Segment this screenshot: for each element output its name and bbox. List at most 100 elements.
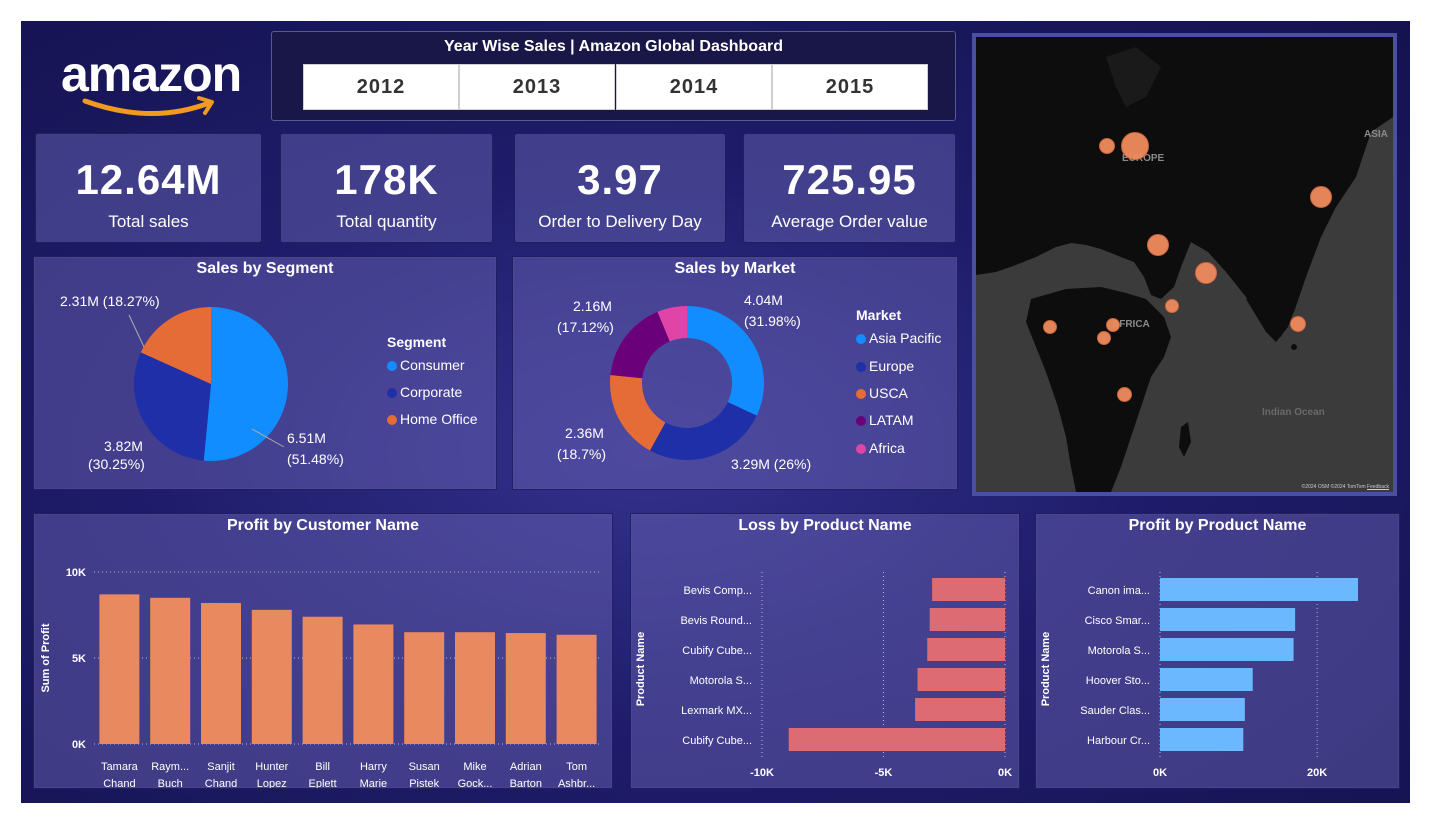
legend-item-africa[interactable]: Africa (856, 440, 905, 456)
legend-dot (856, 334, 866, 344)
year-button-2012[interactable]: 2012 (303, 64, 459, 110)
profit-by-product-panel: Profit by Product Name 0K 20K Canon ima...… (1035, 513, 1400, 789)
kpi-label: Order to Delivery Day (538, 212, 702, 231)
map-bubble[interactable] (1147, 234, 1169, 256)
legend-dot (856, 389, 866, 399)
legend-dot (856, 362, 866, 372)
y-tick-label: Cisco Smar... (1085, 615, 1150, 627)
pie-label-corporate-value: 3.82M (104, 438, 143, 454)
bar-5 (353, 624, 394, 744)
bar-4 (1160, 698, 1245, 721)
pie-label-home-office: 2.31M (18.27%) (60, 293, 160, 309)
legend-item-consumer[interactable]: Consumer (387, 357, 465, 373)
loss-by-product-panel: Loss by Product Name -10K -5K 0K Bevis Comp… (630, 513, 1020, 789)
pie-label-consumer-pct: (51.48%) (287, 451, 344, 467)
year-button-2015[interactable]: 2015 (772, 64, 928, 110)
map-feedback-link[interactable]: Feedback (1367, 484, 1389, 490)
x-tick-label: Pistek (409, 778, 439, 788)
bar-3 (917, 668, 1005, 691)
donut-slice-europe (649, 402, 757, 460)
map-bubble[interactable] (1097, 331, 1111, 345)
map-bubble[interactable] (1043, 320, 1057, 334)
legend-item-asia-pacific[interactable]: Asia Pacific (856, 330, 941, 346)
dashboard: amazon Year Wise Sales | Amazon Global D… (21, 21, 1410, 803)
kpi-value: 12.64M (75, 156, 222, 203)
x-tick-label: Adrian (510, 761, 542, 773)
x-tick-label: Marie (360, 778, 388, 788)
y-tick-label: Bevis Comp... (684, 585, 752, 597)
x-axis-title: Sum of Profit (1235, 787, 1304, 788)
legend-item-home-office[interactable]: Home Office (387, 411, 478, 427)
bar-9 (556, 634, 597, 744)
x-tick-label: Susan (409, 761, 440, 773)
y-tick-label: Canon ima... (1088, 585, 1150, 597)
legend-dot (387, 415, 397, 425)
y-tick-label: Lexmark MX... (681, 705, 752, 717)
bar-0 (99, 594, 140, 744)
x-tick-label: Buch (158, 778, 183, 788)
segment-legend-title: Segment (387, 334, 447, 350)
x-tick-label: Ashbr... (558, 778, 595, 788)
bar-2 (1160, 638, 1294, 661)
year-slicer: Year Wise Sales | Amazon Global Dashboar… (271, 31, 956, 121)
legend-dot (856, 444, 866, 454)
y-tick-label: 5K (72, 653, 86, 665)
map-bubble[interactable] (1106, 318, 1120, 332)
profit-bar-chart[interactable]: 0K 20K Canon ima... Cisco Smar... Motorola S… (1036, 514, 1399, 788)
kpi-total-quantity: 178K Total quantity (280, 133, 493, 243)
x-tick-label: Lopez (257, 778, 287, 788)
map-bubble[interactable] (1290, 316, 1306, 332)
map-bubble[interactable] (1121, 132, 1149, 160)
smile-arrow-icon (82, 96, 214, 116)
kpi-value: 178K (334, 156, 439, 203)
map-bubble[interactable] (1099, 138, 1115, 154)
sales-by-segment-panel: Sales by Segment 2.31M (18.27%) 3.82M (3… (33, 256, 497, 490)
legend-item-corporate[interactable]: Corporate (387, 384, 462, 400)
bar-4 (302, 616, 343, 744)
legend-dot (856, 416, 866, 426)
donut-label-latam-pct: (17.12%) (557, 319, 614, 335)
legend-label: LATAM (869, 412, 914, 428)
pie-label-consumer-value: 6.51M (287, 430, 326, 446)
legend-item-usca[interactable]: USCA (856, 385, 908, 401)
map-credits-text: ©2024 OSM ©2024 TomTom (1301, 484, 1366, 490)
donut-label-europe: 3.29M (26%) (731, 456, 812, 472)
year-button-2014[interactable]: 2014 (616, 64, 772, 110)
x-tick-label: Eplett (309, 778, 337, 788)
legend-label: Consumer (400, 357, 465, 373)
y-axis-title: Product Name (635, 632, 647, 707)
x-tick-label: Gock... (458, 778, 493, 788)
legend-label: USCA (869, 385, 908, 401)
x-tick-label: Sanjit (207, 761, 235, 773)
map-bubble[interactable] (1117, 387, 1132, 402)
x-tick-label: Tamara (101, 761, 139, 773)
loss-bar-chart[interactable]: -10K -5K 0K Bevis Comp... Bevis Round... Cubi… (631, 514, 1019, 788)
x-tick-label: Harry (360, 761, 387, 773)
x-tick-label: Chand (103, 778, 135, 788)
sales-map[interactable]: EUROPE ASIA AFRICA Indian Ocean ©2024 OS… (972, 33, 1397, 496)
pie-label-corporate-pct: (30.25%) (88, 456, 145, 472)
x-tick-label: Chand (205, 778, 237, 788)
kpi-total-sales: 12.64M Total sales (35, 133, 262, 243)
map-bubble[interactable] (1195, 262, 1217, 284)
bar-7 (455, 632, 495, 744)
y-axis-title: Product Name (1040, 632, 1052, 707)
legend-item-europe[interactable]: Europe (856, 358, 914, 374)
bar-4 (915, 698, 1005, 721)
map-bubble[interactable] (1310, 186, 1332, 208)
y-tick-label: 0K (72, 739, 86, 751)
legend-dot (387, 388, 397, 398)
x-tick-label: -10K (750, 767, 774, 779)
sales-by-market-panel: Sales by Market 2.16M (17.12%) 4.04M (31… (512, 256, 958, 490)
legend-item-latam[interactable]: LATAM (856, 412, 914, 428)
legend-label: Europe (869, 358, 915, 374)
customer-bar-chart[interactable]: 0K 5K 10K Sum of Profit Tamara Chand Raym... Bu… (34, 514, 612, 788)
map-bubble[interactable] (1165, 299, 1179, 313)
bar-0 (932, 578, 1005, 601)
y-tick-label: Bevis Round... (680, 615, 752, 627)
slicer-title: Year Wise Sales | Amazon Global Dashboar… (444, 38, 783, 55)
x-tick-label: Raym... (151, 761, 189, 773)
x-axis-title: Sum of Profit (848, 787, 917, 788)
year-button-2013[interactable]: 2013 (459, 64, 615, 110)
y-tick-label: Motorola S... (1088, 645, 1150, 657)
